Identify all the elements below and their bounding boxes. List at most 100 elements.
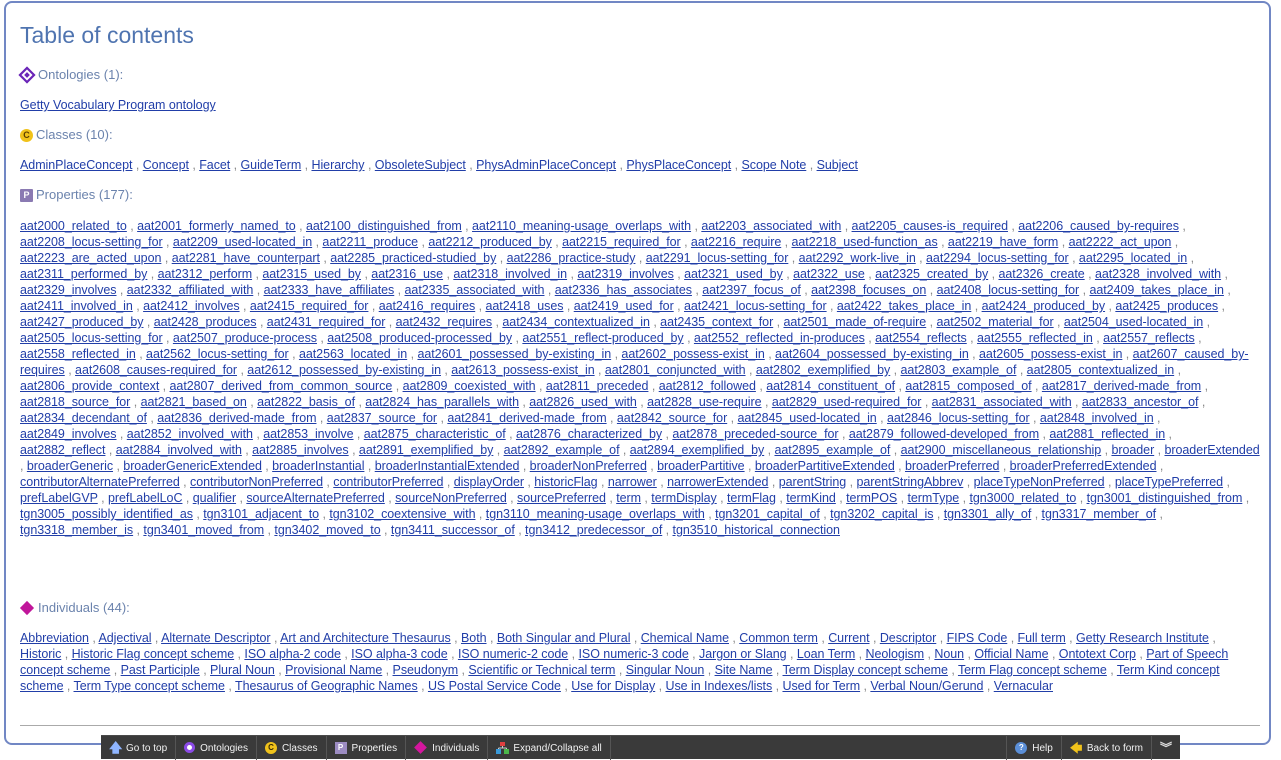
property-link[interactable]: aat2502_material_for bbox=[936, 315, 1053, 329]
property-link[interactable]: aat2411_involved_in bbox=[20, 299, 133, 313]
property-link[interactable]: aat2507_produce-process bbox=[173, 331, 317, 345]
individual-link[interactable]: Pseudonym bbox=[393, 663, 459, 677]
class-link[interactable]: PhysAdminPlaceConcept bbox=[476, 158, 616, 172]
property-link[interactable]: aat2212_produced_by bbox=[428, 235, 552, 249]
property-link[interactable]: aat2294_locus-setting_for bbox=[926, 251, 1069, 265]
property-link[interactable]: aat2311_performed_by bbox=[20, 267, 147, 281]
property-link[interactable]: parentString bbox=[779, 475, 847, 489]
property-link[interactable]: aat2601_possessed_by-existing_in bbox=[417, 347, 611, 361]
property-link[interactable]: aat2834_decendant_of bbox=[20, 411, 147, 425]
property-link[interactable]: aat2551_reflect-produced_by bbox=[522, 331, 683, 345]
individual-link[interactable]: Use in Indexes/lists bbox=[666, 679, 773, 693]
property-link[interactable]: aat2427_produced_by bbox=[20, 315, 144, 329]
individual-link[interactable]: ISO numeric-2 code bbox=[458, 647, 568, 661]
class-link[interactable]: AdminPlaceConcept bbox=[20, 158, 132, 172]
property-link[interactable]: broaderPartitive bbox=[657, 459, 745, 473]
property-link[interactable]: aat2555_reflected_in bbox=[977, 331, 1093, 345]
property-link[interactable]: aat2882_reflect bbox=[20, 443, 105, 457]
individual-link[interactable]: Historic bbox=[20, 647, 61, 661]
property-link[interactable]: contributorAlternatePreferred bbox=[20, 475, 180, 489]
individual-link[interactable]: Scientific or Technical term bbox=[468, 663, 615, 677]
property-link[interactable]: aat2833_ancestor_of bbox=[1082, 395, 1199, 409]
property-link[interactable]: prefLabelGVP bbox=[20, 491, 98, 505]
individual-link[interactable]: Singular Noun bbox=[626, 663, 705, 677]
property-link[interactable]: aat2203_associated_with bbox=[701, 219, 841, 233]
property-link[interactable]: aat2425_produces bbox=[1115, 299, 1218, 313]
ontologies-nav-button[interactable]: Ontologies bbox=[176, 735, 257, 760]
property-link[interactable]: aat2319_involves bbox=[577, 267, 674, 281]
individual-link[interactable]: US Postal Service Code bbox=[428, 679, 561, 693]
property-link[interactable]: aat2409_takes_place_in bbox=[1089, 283, 1223, 297]
classes-nav-button[interactable]: C Classes bbox=[257, 735, 327, 760]
property-link[interactable]: sourceNonPreferred bbox=[395, 491, 507, 505]
property-link[interactable]: aat2807_derived_from_common_source bbox=[170, 379, 393, 393]
property-link[interactable]: tgn3318_member_is bbox=[20, 523, 133, 537]
property-link[interactable]: aat2416_requires bbox=[379, 299, 476, 313]
property-link[interactable]: tgn3510_historical_connection bbox=[673, 523, 840, 537]
individual-link[interactable]: Alternate Descriptor bbox=[161, 631, 271, 645]
property-link[interactable]: aat2505_locus-setting_for bbox=[20, 331, 163, 345]
individual-link[interactable]: Art and Architecture Thesaurus bbox=[280, 631, 451, 645]
individual-link[interactable]: Ontotext Corp bbox=[1059, 647, 1136, 661]
class-link[interactable]: Scope Note bbox=[741, 158, 806, 172]
individual-link[interactable]: Historic Flag concept scheme bbox=[72, 647, 235, 661]
property-link[interactable]: tgn3401_moved_from bbox=[143, 523, 264, 537]
property-link[interactable]: aat2875_characteristic_of bbox=[364, 427, 506, 441]
property-link[interactable]: broaderPartitiveExtended bbox=[755, 459, 895, 473]
property-link[interactable]: aat2291_locus-setting_for bbox=[646, 251, 789, 265]
individual-link[interactable]: Verbal Noun/Gerund bbox=[870, 679, 983, 693]
property-link[interactable]: aat2557_reflects bbox=[1103, 331, 1195, 345]
property-link[interactable]: aat2206_caused_by-requires bbox=[1018, 219, 1179, 233]
property-link[interactable]: aat2836_derived-made_from bbox=[157, 411, 316, 425]
property-link[interactable]: aat2218_used-function_as bbox=[792, 235, 938, 249]
class-link[interactable]: Hierarchy bbox=[311, 158, 364, 172]
individual-link[interactable]: Used for Term bbox=[782, 679, 860, 693]
property-link[interactable]: aat2563_located_in bbox=[299, 347, 407, 361]
property-link[interactable]: aat2222_act_upon bbox=[1069, 235, 1172, 249]
property-link[interactable]: aat2328_involved_with bbox=[1095, 267, 1221, 281]
property-link[interactable]: aat2332_affiliated_with bbox=[127, 283, 254, 297]
property-link[interactable]: narrowerExtended bbox=[667, 475, 768, 489]
property-link[interactable]: termKind bbox=[786, 491, 836, 505]
property-link[interactable]: aat2815_composed_of bbox=[905, 379, 1031, 393]
property-link[interactable]: aat2831_associated_with bbox=[932, 395, 1072, 409]
property-link[interactable]: aat2435_context_for bbox=[660, 315, 773, 329]
property-link[interactable]: aat2215_required_for bbox=[562, 235, 681, 249]
property-link[interactable]: aat2432_requires bbox=[396, 315, 493, 329]
individual-link[interactable]: Past Participle bbox=[121, 663, 200, 677]
property-link[interactable]: aat2562_locus-setting_for bbox=[146, 347, 289, 361]
individual-link[interactable]: Adjectival bbox=[98, 631, 151, 645]
property-link[interactable]: aat2424_produced_by bbox=[982, 299, 1106, 313]
property-link[interactable]: parentStringAbbrev bbox=[856, 475, 963, 489]
individual-link[interactable]: Plural Noun bbox=[210, 663, 275, 677]
individual-link[interactable]: Term Flag concept scheme bbox=[958, 663, 1107, 677]
property-link[interactable]: tgn3005_possibly_identified_as bbox=[20, 507, 193, 521]
property-link[interactable]: broader bbox=[1111, 443, 1154, 457]
individual-link[interactable]: Current bbox=[828, 631, 869, 645]
go-to-top-button[interactable]: 🡅 Go to top bbox=[101, 735, 177, 760]
property-link[interactable]: tgn3412_predecessor_of bbox=[525, 523, 662, 537]
property-link[interactable]: aat2846_locus-setting_for bbox=[887, 411, 1030, 425]
property-link[interactable]: aat2829_used-required_for bbox=[772, 395, 922, 409]
property-link[interactable]: aat2431_required_for bbox=[267, 315, 386, 329]
property-link[interactable]: aat2335_associated_with bbox=[405, 283, 545, 297]
property-link[interactable]: aat2110_meaning-usage_overlaps_with bbox=[472, 219, 691, 233]
property-link[interactable]: aat2826_used_with bbox=[529, 395, 637, 409]
property-link[interactable]: aat2333_have_affiliates bbox=[264, 283, 395, 297]
property-link[interactable]: aat2817_derived-made_from bbox=[1042, 379, 1201, 393]
property-link[interactable]: aat2318_involved_in bbox=[453, 267, 567, 281]
property-link[interactable]: aat2852_involved_with bbox=[127, 427, 253, 441]
class-link[interactable]: Concept bbox=[143, 158, 189, 172]
individual-link[interactable]: Jargon or Slang bbox=[699, 647, 787, 661]
property-link[interactable]: tgn3402_moved_to bbox=[274, 523, 380, 537]
property-link[interactable]: aat2558_reflected_in bbox=[20, 347, 136, 361]
property-link[interactable]: aat2849_involves bbox=[20, 427, 117, 441]
individual-link[interactable]: Descriptor bbox=[880, 631, 937, 645]
property-link[interactable]: aat2803_example_of bbox=[901, 363, 1017, 377]
property-link[interactable]: term bbox=[616, 491, 641, 505]
individual-link[interactable]: ISO alpha-2 code bbox=[244, 647, 341, 661]
individual-link[interactable]: Both Singular and Plural bbox=[497, 631, 631, 645]
property-link[interactable]: aat2209_used-located_in bbox=[173, 235, 312, 249]
property-link[interactable]: broaderPreferredExtended bbox=[1010, 459, 1157, 473]
property-link[interactable]: aat2336_has_associates bbox=[555, 283, 692, 297]
